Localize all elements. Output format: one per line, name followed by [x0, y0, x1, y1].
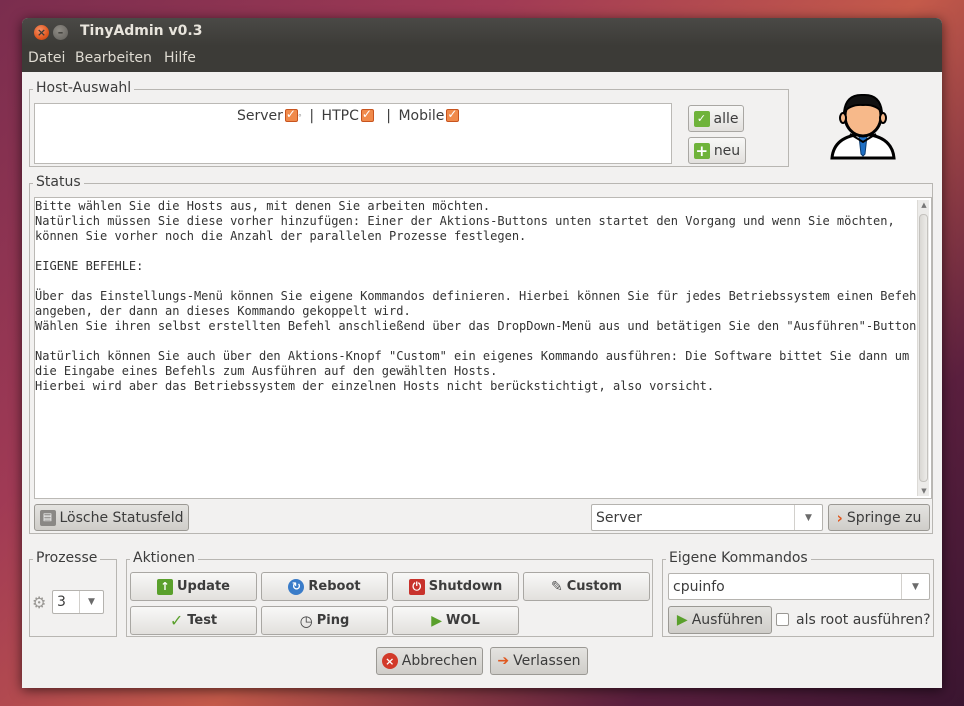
menu-datei[interactable]: Datei — [28, 50, 65, 66]
custom-command-value: cpuinfo — [673, 579, 725, 595]
ping-label: Ping — [316, 613, 350, 628]
menu-bearbeiten[interactable]: Bearbeiten — [75, 50, 152, 66]
process-count-value: 3 — [57, 594, 66, 610]
host-separator: | — [386, 108, 392, 124]
app-window: × – TinyAdmin v0.3 Datei Bearbeiten Hilf… — [22, 18, 942, 688]
minimize-window-button[interactable]: – — [53, 25, 68, 40]
run-as-root-label: als root ausführen? — [796, 612, 931, 628]
process-count-spinner[interactable]: 3 ▼ — [52, 590, 104, 614]
arrow-up-icon: ↑ — [157, 578, 173, 595]
custom-button[interactable]: ✎ Custom — [523, 572, 650, 601]
actions-legend: Aktionen — [130, 550, 198, 566]
jump-to-host-select[interactable]: Server ▼ — [591, 504, 823, 531]
custom-commands-legend: Eigene Kommandos — [666, 550, 811, 566]
leave-label: Verlassen — [513, 653, 581, 669]
select-all-label: alle — [713, 110, 739, 127]
gear-icon: ⚙ — [32, 593, 47, 612]
avatar — [828, 90, 898, 160]
status-text: Bitte wählen Sie die Hosts aus, mit dene… — [35, 199, 924, 393]
pencil-icon: ✎ — [551, 578, 563, 595]
reboot-label: Reboot — [308, 579, 361, 594]
status-text-area[interactable]: Bitte wählen Sie die Hosts aus, mit dene… — [34, 197, 932, 499]
exit-icon: ➔ — [497, 653, 510, 669]
shutdown-label: Shutdown — [428, 579, 503, 594]
run-as-root-checkbox[interactable] — [776, 613, 789, 626]
host-label-server: Server — [237, 108, 283, 124]
processes-panel: Prozesse ⚙ 3 ▼ — [29, 550, 117, 637]
scroll-thumb[interactable] — [919, 214, 928, 482]
add-host-button[interactable]: + neu — [688, 137, 746, 164]
host-label-htpc: HTPC — [321, 108, 359, 124]
jump-to-button[interactable]: › Springe zu — [828, 504, 930, 531]
chevron-right-icon: › — [836, 508, 843, 527]
window-title: TinyAdmin v0.3 — [80, 23, 203, 39]
jump-to-label: Springe zu — [846, 509, 922, 526]
jump-select-value: Server — [596, 510, 642, 526]
custom-label: Custom — [566, 579, 622, 594]
scroll-down-icon[interactable]: ▼ — [918, 487, 930, 495]
wol-button[interactable]: ▶ WOL — [392, 606, 519, 635]
cancel-button[interactable]: × Abbrechen — [376, 647, 483, 675]
update-button[interactable]: ↑ Update — [130, 572, 257, 601]
cancel-icon: × — [381, 653, 398, 669]
refresh-icon: ↻ — [288, 578, 305, 595]
close-icon: × — [36, 26, 47, 39]
cancel-label: Abbrechen — [401, 653, 478, 669]
clock-icon: ◷ — [299, 611, 313, 630]
host-checkbox-htpc[interactable] — [360, 107, 374, 122]
play-icon: ▶ — [676, 612, 688, 628]
shutdown-button[interactable]: ⏻ Shutdown — [392, 572, 519, 601]
run-command-label: Ausführen — [691, 612, 764, 628]
menu-hilfe[interactable]: Hilfe — [164, 50, 196, 66]
ping-button[interactable]: ◷ Ping — [261, 606, 388, 635]
status-legend: Status — [33, 174, 84, 190]
update-label: Update — [177, 579, 230, 594]
host-list: Server° | HTPC | Mobile — [34, 103, 672, 164]
clear-icon: ▤ — [39, 509, 56, 526]
custom-command-select[interactable]: cpuinfo ▼ — [668, 573, 930, 600]
scroll-up-icon[interactable]: ▲ — [918, 201, 930, 209]
reboot-button[interactable]: ↻ Reboot — [261, 572, 388, 601]
leave-button[interactable]: ➔ Verlassen — [490, 647, 588, 675]
close-window-button[interactable]: × — [34, 25, 49, 40]
check-icon: ✓ — [693, 110, 710, 127]
actions-panel: Aktionen ↑ Update ↻ Reboot ⏻ Shutdown ✎ … — [126, 550, 653, 637]
play-icon: ▶ — [431, 612, 443, 629]
test-label: Test — [187, 613, 218, 628]
clear-status-label: Lösche Statusfeld — [59, 509, 184, 526]
test-button[interactable]: ✓ Test — [130, 606, 257, 635]
host-separator: | — [309, 108, 315, 124]
chevron-down-icon: ▼ — [794, 505, 822, 530]
host-checkbox-mobile[interactable] — [446, 107, 460, 122]
add-host-label: neu — [713, 142, 741, 159]
host-selection-legend: Host-Auswahl — [33, 80, 135, 96]
chevron-down-icon: ▼ — [901, 574, 929, 599]
custom-commands-panel: Eigene Kommandos cpuinfo ▼ ▶ Ausführen a… — [662, 550, 934, 637]
select-all-button[interactable]: ✓ alle — [688, 105, 744, 132]
status-scrollbar[interactable]: ▲ ▼ — [917, 200, 929, 496]
minimize-icon: – — [57, 26, 64, 39]
wol-label: WOL — [446, 613, 480, 628]
clear-status-button[interactable]: ▤ Lösche Statusfeld — [34, 504, 189, 531]
host-checkboxes: Server° | HTPC | Mobile — [237, 107, 460, 124]
power-icon: ⏻ — [408, 578, 425, 595]
status-panel: Status Bitte wählen Sie die Hosts aus, m… — [29, 174, 933, 534]
plus-icon: + — [693, 141, 710, 160]
menu-bar: Datei Bearbeiten Hilfe — [22, 46, 942, 72]
host-selection-panel: Host-Auswahl Server° | HTPC | Mobile ✓ a… — [29, 80, 789, 167]
run-command-button[interactable]: ▶ Ausführen — [668, 606, 772, 634]
chevron-down-icon: ▼ — [79, 591, 103, 613]
checkmark-icon: ✓ — [169, 611, 184, 630]
host-checkbox-server[interactable] — [284, 107, 298, 122]
processes-legend: Prozesse — [33, 550, 101, 566]
host-label-mobile: Mobile — [398, 108, 445, 124]
title-bar: × – TinyAdmin v0.3 — [22, 18, 942, 46]
